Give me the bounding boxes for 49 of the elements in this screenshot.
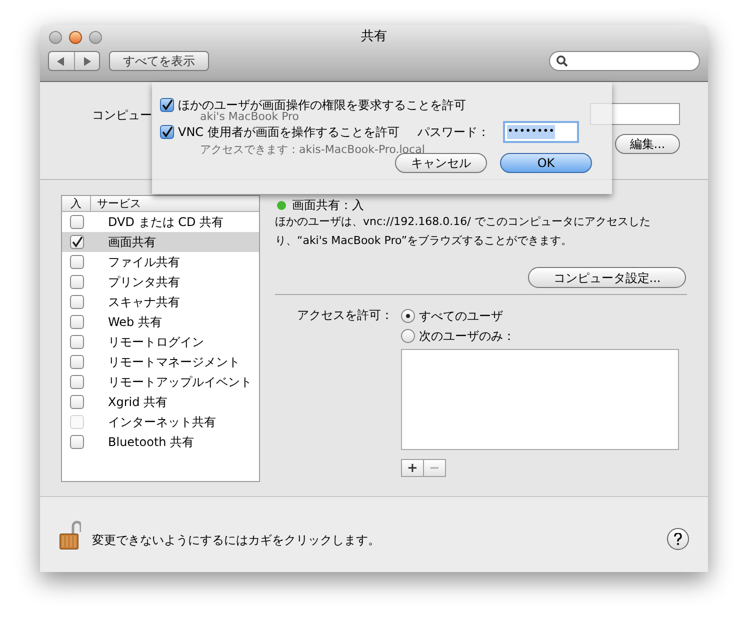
checkbox[interactable] — [70, 275, 84, 289]
password-label: パスワード： — [417, 124, 490, 141]
checkbox[interactable] — [70, 295, 84, 309]
checkbox[interactable] — [70, 395, 84, 409]
checkbox[interactable] — [160, 98, 174, 112]
help-icon — [674, 532, 682, 544]
lock-icon[interactable] — [59, 520, 81, 550]
checkbox[interactable] — [70, 215, 84, 229]
access-label: アクセスを許可： — [296, 307, 394, 324]
radio-button[interactable] — [401, 309, 415, 323]
radio-option[interactable]: すべてのユーザ — [401, 306, 679, 326]
checkbox[interactable] — [70, 315, 84, 329]
computer-name-value: aki's MacBook Pro — [200, 110, 300, 123]
checkbox[interactable] — [70, 255, 84, 269]
user-list[interactable] — [401, 349, 679, 450]
radio-button[interactable] — [401, 329, 415, 343]
column-header[interactable]: 入 — [62, 196, 91, 211]
checkbox[interactable] — [70, 355, 84, 369]
checkbox[interactable] — [160, 125, 174, 139]
checkbox[interactable] — [70, 235, 84, 249]
address-note: アクセスできます：akis-MacBook-Pro.local — [200, 143, 425, 156]
cancel-button[interactable]: キャンセル — [395, 153, 487, 173]
password-field[interactable]: •••••••• — [503, 121, 580, 143]
checkbox[interactable] — [70, 435, 84, 449]
checkbox[interactable] — [70, 335, 84, 349]
minimize-button[interactable] — [69, 30, 82, 44]
edit-button[interactable]: 編集... — [615, 134, 680, 154]
zoom-button[interactable] — [89, 30, 102, 44]
computer-name-label: コンピュー — [92, 107, 152, 124]
close-button[interactable] — [49, 30, 62, 44]
show-all-button[interactable]: すべてを表示 — [109, 51, 209, 71]
radio-option[interactable]: 次のユーザのみ： — [401, 326, 679, 346]
status-label: 画面共有：入 — [292, 197, 364, 214]
help-button[interactable] — [667, 528, 689, 550]
column-header[interactable]: サービス — [91, 196, 141, 211]
description-text: ほかのユーザは、vnc://192.168.0.16/ でこのコンピュータにアクセスしたり、“aki's MacBook Pro”をブラウズすることができます。 — [275, 214, 652, 249]
lock-message: 変更できないようにするにはカギをクリックします。 — [92, 532, 380, 548]
option-label[interactable]: VNC 使用者が画面を操作することを許可 — [178, 123, 400, 141]
window-title: 共有 — [361, 28, 387, 46]
service-row[interactable]: 画面共有 — [62, 232, 259, 252]
checkbox[interactable] — [70, 375, 84, 389]
ok-button[interactable]: OK — [500, 153, 592, 173]
forward-icon[interactable] — [82, 56, 91, 66]
search-icon — [556, 55, 568, 67]
add-button[interactable]: + — [402, 460, 423, 476]
back-icon[interactable] — [57, 56, 66, 66]
search-field[interactable] — [549, 51, 700, 71]
computer-settings-button[interactable]: コンピュータ設定... — [528, 267, 686, 288]
back-forward-control[interactable] — [48, 51, 100, 71]
